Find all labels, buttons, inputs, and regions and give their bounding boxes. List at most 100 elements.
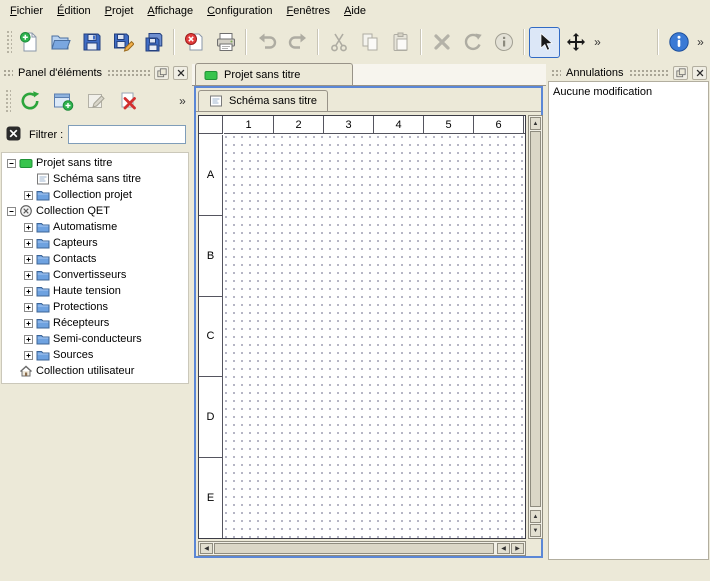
float-dock-button[interactable]: [154, 66, 169, 80]
expander-plus-icon[interactable]: [24, 239, 33, 248]
panel-toolbar-overflow-button[interactable]: »: [176, 86, 189, 116]
rotate-button[interactable]: [457, 27, 488, 58]
tree-item-projet-sans-titre[interactable]: Projet sans titre: [2, 155, 188, 171]
menu-projet[interactable]: Projet: [98, 2, 141, 21]
folder-icon: [36, 332, 50, 346]
expander-plus-icon[interactable]: [24, 191, 33, 200]
delete-button[interactable]: [426, 27, 457, 58]
tab-projet-sans-titre[interactable]: Projet sans titre: [195, 63, 353, 85]
diagram-canvas[interactable]: 1 2 3 4 5 6 A B C D E: [198, 115, 526, 539]
tree-label: Récepteurs: [53, 317, 109, 329]
tree-item-convertisseurs[interactable]: Convertisseurs: [2, 267, 188, 283]
menu-configuration[interactable]: Configuration: [200, 2, 279, 21]
copy-button[interactable]: [354, 27, 385, 58]
tree-item-semi-conducteurs[interactable]: Semi-conducteurs: [2, 331, 188, 347]
close-icon: [176, 68, 186, 78]
undo-button[interactable]: [251, 27, 282, 58]
reload-collections-button[interactable]: [14, 86, 45, 117]
scroll-up-button-2[interactable]: ▲: [530, 510, 541, 523]
menu-fichier[interactable]: Fichier: [3, 2, 50, 21]
expander-plus-icon[interactable]: [24, 255, 33, 264]
tree-item-recepteurs[interactable]: Récepteurs: [2, 315, 188, 331]
elements-panel-toolbar: »: [0, 81, 191, 121]
menu-edition[interactable]: Édition: [50, 2, 98, 21]
about-button[interactable]: [663, 27, 694, 58]
undo-history-list[interactable]: Aucune modification: [548, 81, 709, 560]
element-info-button[interactable]: [488, 27, 519, 58]
filter-input[interactable]: [68, 125, 186, 144]
pan-mode-button[interactable]: [560, 27, 591, 58]
close-project-button[interactable]: [179, 27, 210, 58]
menu-aide[interactable]: Aide: [337, 2, 373, 21]
clear-filter-button[interactable]: [5, 124, 24, 146]
expander-spacer: [24, 175, 33, 184]
tree-label: Collection QET: [36, 205, 110, 217]
tree-item-collection-qet[interactable]: Collection QET: [2, 203, 188, 219]
print-button[interactable]: [210, 27, 241, 58]
redo-button[interactable]: [282, 27, 313, 58]
expander-plus-icon[interactable]: [24, 223, 33, 232]
open-project-button[interactable]: [45, 27, 76, 58]
select-mode-button[interactable]: [529, 27, 560, 58]
scroll-down-button[interactable]: ▼: [530, 524, 541, 537]
expander-minus-icon[interactable]: [7, 207, 16, 216]
folder-icon: [36, 236, 50, 250]
save-as-button[interactable]: [107, 27, 138, 58]
cut-button[interactable]: [323, 27, 354, 58]
tree-item-contacts[interactable]: Contacts: [2, 251, 188, 267]
new-element-button[interactable]: [47, 86, 78, 117]
menu-affichage[interactable]: Affichage: [140, 2, 200, 21]
tree-item-schema-sans-titre[interactable]: Schéma sans titre: [2, 171, 188, 187]
new-project-button[interactable]: [14, 27, 45, 58]
dock-handle[interactable]: [629, 69, 670, 77]
scroll-up-button[interactable]: ▲: [530, 117, 541, 130]
tree-item-haute-tension[interactable]: Haute tension: [2, 283, 188, 299]
undo-panel-titlebar[interactable]: Annulations: [548, 64, 710, 81]
elements-tree[interactable]: Projet sans titre Schéma sans titre Coll…: [1, 152, 189, 384]
expander-plus-icon[interactable]: [24, 335, 33, 344]
toolbar-separator: [173, 29, 175, 55]
toolbar-separator: [420, 29, 422, 55]
tree-item-sources[interactable]: Sources: [2, 347, 188, 363]
dock-handle[interactable]: [551, 69, 561, 77]
project-tab-label: Projet sans titre: [224, 69, 300, 81]
vertical-scrollbar[interactable]: ▲ ▲ ▼: [528, 115, 543, 539]
scroll-left-button[interactable]: ◀: [200, 543, 213, 554]
expander-plus-icon[interactable]: [24, 287, 33, 296]
diagram-grid[interactable]: [224, 135, 525, 538]
elements-panel-titlebar[interactable]: Panel d'éléments: [0, 64, 191, 81]
float-dock-button[interactable]: [673, 66, 688, 80]
edit-element-button[interactable]: [80, 86, 111, 117]
toolbar-overflow-button-2[interactable]: »: [694, 27, 707, 57]
expander-plus-icon[interactable]: [24, 319, 33, 328]
tree-item-protections[interactable]: Protections: [2, 299, 188, 315]
expander-minus-icon[interactable]: [7, 159, 16, 168]
tree-item-collection-projet[interactable]: Collection projet: [2, 187, 188, 203]
menu-fenetres[interactable]: Fenêtres: [280, 2, 337, 21]
horizontal-scrollbar[interactable]: ◀ ◀ ▶: [198, 541, 526, 556]
project-tab-bar: Projet sans titre: [192, 64, 546, 86]
tree-item-automatisme[interactable]: Automatisme: [2, 219, 188, 235]
tree-item-collection-utilisateur[interactable]: Collection utilisateur: [2, 363, 188, 379]
delete-element-button[interactable]: [113, 86, 144, 117]
vertical-scrollbar-thumb[interactable]: [530, 131, 541, 507]
toolbar-grip[interactable]: [5, 29, 12, 55]
toolbar-overflow-button[interactable]: »: [591, 27, 604, 57]
tab-schema-sans-titre[interactable]: Schéma sans titre: [198, 90, 328, 111]
scroll-left-button-2[interactable]: ◀: [497, 543, 510, 554]
toolbar-grip[interactable]: [4, 88, 11, 114]
scroll-right-button[interactable]: ▶: [511, 543, 524, 554]
save-all-button[interactable]: [138, 27, 169, 58]
paste-button[interactable]: [385, 27, 416, 58]
expander-plus-icon[interactable]: [24, 303, 33, 312]
dock-handle[interactable]: [107, 69, 150, 77]
save-button[interactable]: [76, 27, 107, 58]
column-header: 6: [474, 116, 524, 133]
expander-plus-icon[interactable]: [24, 351, 33, 360]
close-dock-button[interactable]: [173, 66, 188, 80]
expander-plus-icon[interactable]: [24, 271, 33, 280]
horizontal-scrollbar-thumb[interactable]: [214, 543, 494, 554]
dock-handle[interactable]: [3, 69, 13, 77]
close-dock-button[interactable]: [692, 66, 707, 80]
tree-item-capteurs[interactable]: Capteurs: [2, 235, 188, 251]
